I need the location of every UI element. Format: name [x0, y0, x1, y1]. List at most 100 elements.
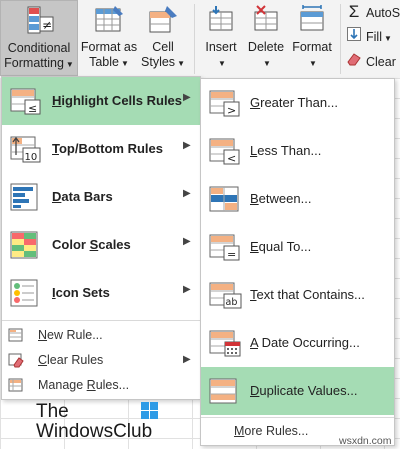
submenu-item-equal-to[interactable]: = Equal To... [201, 223, 394, 271]
data-bars-icon [8, 181, 42, 213]
submenu-item-label: Between... [250, 191, 312, 206]
menu-item-clear-rules[interactable]: Clear Rules ▶ [2, 348, 200, 372]
menu-item-label: Highlight Cells Rules [52, 93, 183, 108]
top-bottom-rules-icon: 10 [8, 133, 42, 165]
format-as-table-button[interactable]: Format as Table ▼ [80, 0, 138, 76]
menu-item-color-scales[interactable]: Color Scales ▶ [2, 221, 200, 269]
submenu-item-label: Less Than... [250, 143, 322, 158]
svg-text:<: < [227, 152, 236, 165]
watermark-url: wsxdn.com [339, 435, 392, 447]
submenu-item-label: Text that Contains... [250, 287, 365, 302]
menu-item-manage-rules[interactable]: Manage Rules... [2, 373, 200, 397]
color-scales-icon [8, 229, 42, 261]
fill-down-icon [346, 26, 362, 48]
duplicate-values-icon [207, 375, 243, 407]
menu-item-label: Icon Sets [52, 285, 110, 300]
chevron-right-icon: ▶ [183, 236, 191, 247]
less-than-icon: < [207, 135, 243, 167]
chevron-down-icon: ▼ [218, 59, 226, 68]
chevron-right-icon: ▶ [183, 284, 191, 295]
menu-item-label: Clear Rules [38, 353, 104, 367]
submenu-item-label: A Date Occurring... [250, 335, 360, 350]
greater-than-icon: > [207, 87, 243, 119]
submenu-item-text-that-contains[interactable]: ab Text that Contains... [201, 271, 394, 319]
chevron-right-icon: ▶ [183, 354, 191, 365]
equal-to-icon: = [207, 231, 243, 263]
fill-button[interactable]: Fill ▼ [346, 26, 392, 48]
submenu-item-label: More Rules... [234, 424, 309, 438]
menu-item-label: Data Bars [52, 189, 113, 204]
conditional-formatting-label-2: Formatting [4, 56, 64, 70]
highlight-cells-rules-icon: ≤ [8, 85, 42, 117]
menu-item-label: Top/Bottom Rules [52, 141, 163, 156]
sigma-icon: Σ [348, 2, 360, 21]
menu-separator [2, 320, 200, 321]
delete-label: Delete [247, 40, 285, 54]
windows-logo-icon [141, 402, 158, 419]
eraser-icon [346, 51, 362, 73]
cell-styles-icon [147, 4, 179, 40]
submenu-item-label: Greater Than... [250, 95, 338, 110]
clear-rules-icon [8, 352, 24, 368]
chevron-right-icon: ▶ [183, 188, 191, 199]
svg-text:10: 10 [25, 152, 38, 163]
new-rule-icon [8, 327, 24, 343]
menu-item-top-bottom-rules[interactable]: 10 Top/Bottom Rules ▶ [2, 125, 200, 173]
svg-text:≤: ≤ [28, 102, 37, 115]
clear-label: Clear [366, 55, 396, 69]
chevron-right-icon: ▶ [183, 92, 191, 103]
chevron-down-icon: ▼ [383, 34, 392, 43]
format-label: Format [292, 40, 332, 54]
chevron-down-icon: ▼ [177, 59, 185, 68]
clear-button[interactable]: Clear [346, 51, 396, 73]
svg-text:≠: ≠ [42, 18, 52, 32]
watermark-logo: The WindowsClub [36, 402, 152, 442]
submenu-item-date-occurring[interactable]: A Date Occurring... [201, 319, 394, 367]
submenu-item-greater-than[interactable]: > Greater Than... [201, 79, 394, 127]
delete-button[interactable]: Delete ▼ [244, 0, 288, 76]
submenu-item-label: Equal To... [250, 239, 312, 254]
format-as-table-icon [93, 4, 125, 40]
svg-text:=: = [227, 248, 236, 261]
format-as-table-label-2: Table [89, 55, 119, 69]
cell-styles-button[interactable]: Cell Styles ▼ [138, 0, 188, 76]
ribbon: ≠ Conditional Formatting ▼ Format as Table ▼ [0, 0, 400, 79]
menu-item-label: Color Scales [52, 237, 131, 252]
menu-item-highlight-cells-rules[interactable]: ≤ Highlight Cells Rules ▶ [2, 77, 200, 125]
conditional-formatting-button[interactable]: ≠ Conditional Formatting ▼ [0, 0, 78, 76]
autosum-button[interactable]: Σ AutoS [346, 1, 400, 23]
chevron-right-icon: ▶ [183, 140, 191, 151]
autosum-label: AutoS [366, 6, 400, 20]
menu-item-icon-sets[interactable]: Icon Sets ▶ [2, 269, 200, 317]
date-occurring-icon [207, 327, 243, 359]
svg-text:ab: ab [226, 297, 238, 308]
between-icon [207, 183, 243, 215]
manage-rules-icon [8, 377, 24, 393]
submenu-item-label: Duplicate Values... [250, 383, 358, 398]
cell-styles-label-1: Cell [152, 40, 174, 54]
conditional-formatting-label-1: Conditional [7, 41, 71, 55]
chevron-down-icon: ▼ [120, 59, 129, 68]
submenu-item-duplicate-values[interactable]: Duplicate Values... [201, 367, 394, 415]
watermark-line-1: The [36, 401, 69, 422]
conditional-formatting-menu: ≤ Highlight Cells Rules ▶ 10 Top/Bottom … [1, 76, 201, 400]
chevron-down-icon: ▼ [309, 59, 317, 68]
delete-cells-icon [251, 4, 281, 40]
menu-item-label: New Rule... [38, 328, 103, 342]
menu-item-data-bars[interactable]: Data Bars ▶ [2, 173, 200, 221]
fill-label: Fill [366, 30, 382, 44]
ribbon-divider [340, 4, 341, 74]
insert-label: Insert [205, 40, 237, 54]
svg-text:>: > [227, 104, 236, 117]
cell-styles-label-2: Styles [141, 55, 176, 69]
watermark-line-2: WindowsClub [36, 421, 153, 442]
chevron-down-icon: ▼ [65, 60, 74, 69]
submenu-item-between[interactable]: Between... [201, 175, 394, 223]
format-button[interactable]: Format ▼ [288, 0, 336, 76]
text-contains-icon: ab [207, 279, 243, 311]
chevron-down-icon: ▼ [263, 59, 271, 68]
menu-item-new-rule[interactable]: New Rule... [2, 323, 200, 347]
conditional-formatting-icon: ≠ [23, 5, 55, 43]
insert-button[interactable]: Insert ▼ [198, 0, 244, 76]
submenu-item-less-than[interactable]: < Less Than... [201, 127, 394, 175]
